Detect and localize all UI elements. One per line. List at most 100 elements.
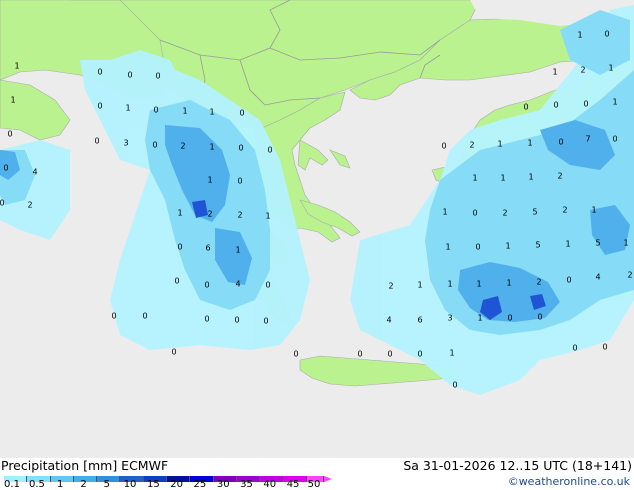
point-value: 1	[577, 31, 582, 40]
point-value: 0	[357, 350, 362, 359]
point-value: 1	[449, 349, 454, 358]
point-value: 2	[502, 209, 507, 218]
point-value: 0	[267, 146, 272, 155]
point-value: 2	[207, 210, 212, 219]
point-value: 0	[558, 138, 563, 147]
point-value: 0	[507, 314, 512, 323]
point-value: 1	[528, 173, 533, 182]
point-value: 1	[235, 246, 240, 255]
point-value: 0	[583, 100, 588, 109]
point-value: 0	[475, 243, 480, 252]
credit-link[interactable]: ©weatheronline.co.uk	[508, 475, 630, 489]
point-value: 0	[204, 281, 209, 290]
legend-tick-label: 10	[123, 479, 137, 490]
point-value: 4	[595, 273, 600, 282]
legend-tick-label: 50	[307, 479, 321, 490]
point-value: 1	[506, 279, 511, 288]
point-value: 5	[532, 208, 537, 217]
point-value: 3	[123, 139, 128, 148]
point-value: 1	[623, 239, 628, 248]
legend-arrow-tip	[324, 476, 332, 482]
point-value: 0	[239, 109, 244, 118]
point-value: 0	[293, 350, 298, 359]
point-value: 2	[536, 278, 541, 287]
point-value: 1	[612, 98, 617, 107]
point-value: 0	[237, 177, 242, 186]
valid-time: Sa 31-01-2026 12..15 UTC (18+141)	[403, 458, 632, 473]
point-value: 1	[565, 240, 570, 249]
point-value: 2	[27, 201, 32, 210]
point-value: 2	[557, 172, 562, 181]
point-value: 0	[537, 313, 542, 322]
point-value: 6	[205, 244, 210, 253]
point-value: 1	[476, 280, 481, 289]
point-value: 1	[14, 62, 19, 71]
point-value: 0	[0, 199, 5, 208]
legend-tick-label: 35	[240, 479, 253, 490]
legend-tick-label: 40	[263, 479, 277, 490]
point-value: 0	[612, 135, 617, 144]
legend-tick-label: 25	[193, 479, 207, 490]
point-value: 0	[263, 317, 268, 326]
point-value: 0	[97, 102, 102, 111]
point-value: 0	[142, 312, 147, 321]
legend-tick-label: 1	[57, 479, 64, 490]
legend-tick-label: 15	[146, 479, 160, 490]
point-value: 1	[442, 208, 447, 217]
point-value: 0	[234, 316, 239, 325]
point-value: 0	[602, 343, 607, 352]
point-value: 0	[417, 350, 422, 359]
point-value: 5	[535, 241, 540, 250]
point-value: 1	[182, 107, 187, 116]
point-value: 0	[97, 68, 102, 77]
point-value: 5	[595, 239, 600, 248]
point-value: 0	[523, 103, 528, 112]
point-value: 1	[265, 212, 270, 221]
legend-tick-label: 2	[80, 479, 87, 490]
point-value: 0	[387, 350, 392, 359]
point-value: 1	[447, 280, 452, 289]
point-value: 1	[527, 139, 532, 148]
legend-tick-label: 30	[216, 479, 230, 490]
point-value: 0	[265, 281, 270, 290]
color-legend-bar	[4, 476, 332, 482]
point-value: 0	[127, 71, 132, 80]
point-value: 0	[604, 30, 609, 39]
point-value: 1	[477, 314, 482, 323]
legend-tick-label: 5	[103, 479, 110, 490]
footer: Precipitation [mm] ECMWF Sa 31-01-2026 1…	[0, 458, 634, 490]
point-value: 1	[209, 108, 214, 117]
map-title: Precipitation [mm] ECMWF	[1, 458, 169, 473]
precipitation-map[interactable]: 1 0 0 0 1 0 1 0 1 1 0 0 0 3 0 2 1 0 0 0 4 1 0 0 2 1 2 2 1 0 6 1 0 4 0 0 0 0 0 0…	[0, 0, 634, 458]
point-value: 1	[497, 140, 502, 149]
point-value: 0	[155, 72, 160, 81]
point-value: 2	[627, 271, 632, 280]
point-value: 1	[417, 281, 422, 290]
point-value: 7	[585, 135, 590, 144]
point-value: 1	[505, 242, 510, 251]
point-value: 0	[572, 344, 577, 353]
point-value: 0	[111, 312, 116, 321]
point-value: 3	[447, 314, 452, 323]
legend-tick-label: 45	[286, 479, 300, 490]
point-value: 0	[152, 141, 157, 150]
point-value: 1	[445, 243, 450, 252]
point-value: 0	[566, 276, 571, 285]
point-value: 0	[553, 101, 558, 110]
point-value: 2	[237, 211, 242, 220]
point-value: 0	[204, 315, 209, 324]
point-value: 4	[32, 168, 37, 177]
point-value: 0	[238, 144, 243, 153]
point-value: 0	[452, 381, 457, 390]
point-value: 2	[580, 66, 585, 75]
point-value: 1	[500, 174, 505, 183]
point-value: 0	[441, 142, 446, 151]
legend-tick-label: 0.1	[4, 479, 20, 490]
point-value: 0	[153, 106, 158, 115]
point-value: 1	[591, 206, 596, 215]
point-value: 4	[386, 316, 391, 325]
point-value: 1	[177, 209, 182, 218]
point-value: 2	[469, 141, 474, 150]
point-value: 2	[388, 282, 393, 291]
point-value: 2	[180, 142, 185, 151]
